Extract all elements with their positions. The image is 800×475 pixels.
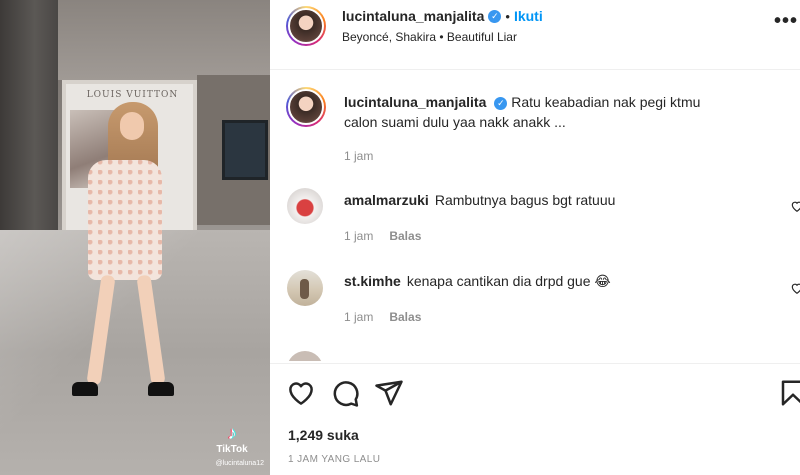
more-options-icon[interactable]: •••: [774, 10, 798, 33]
audio-attribution[interactable]: Beyoncé, Shakira • Beautiful Liar: [342, 30, 517, 44]
post-actions: 1,249 suka 1 JAM YANG LALU: [270, 363, 800, 475]
post-media[interactable]: LOUIS VUITTON ♪ TikTok @lucintaluna12: [0, 0, 270, 475]
reply-button[interactable]: Balas: [389, 229, 421, 243]
store-sign: LOUIS VUITTON: [86, 90, 179, 100]
media-screen: [222, 120, 268, 180]
comment-time: 1 jam: [344, 310, 374, 324]
share-icon[interactable]: [374, 378, 404, 408]
tiktok-icon: ♪: [227, 423, 237, 443]
media-ceiling: [58, 0, 270, 80]
person-face: [120, 112, 144, 140]
comments-section[interactable]: lucintaluna_manjalita ✓ Ratu keabadian na…: [270, 71, 800, 361]
person-leg-right: [136, 274, 166, 386]
author-username[interactable]: lucintaluna_manjalita: [342, 8, 484, 24]
reply-button[interactable]: Balas: [389, 310, 421, 324]
verified-badge-icon: ✓: [488, 10, 502, 24]
post-timestamp: 1 JAM YANG LALU: [288, 454, 381, 465]
caption-time: 1 jam: [344, 149, 374, 163]
post-panel: lucintaluna_manjalita ✓ • Ikuti Beyoncé, Sh…: [270, 0, 800, 475]
tiktok-handle: @lucintaluna12: [215, 460, 264, 467]
comment-username[interactable]: st.kimhe: [344, 273, 401, 289]
post-header: lucintaluna_manjalita ✓ • Ikuti Beyoncé, Sh…: [270, 0, 800, 70]
heart-icon[interactable]: [286, 378, 316, 408]
follow-button[interactable]: Ikuti: [514, 8, 543, 24]
separator-dot: •: [505, 9, 510, 24]
comment-username[interactable]: amalmarzuki: [344, 192, 429, 208]
comment: amalmarzuki Rambutnya bagus bgt ratuuu: [344, 192, 615, 208]
caption-meta: 1 jam: [344, 149, 373, 163]
comment-text: Rambutnya bagus bgt ratuuu: [434, 192, 616, 208]
comment-like-heart-icon[interactable]: [790, 199, 800, 213]
author-avatar[interactable]: [286, 6, 326, 46]
media-pillar: [0, 0, 58, 260]
comment-text: kenapa cantikan dia drpd gue 😂: [406, 273, 611, 289]
verified-badge-icon: ✓: [494, 96, 508, 110]
comment-time: 1 jam: [344, 229, 374, 243]
tiktok-watermark: ♪ TikTok: [202, 424, 262, 455]
header-user-row: lucintaluna_manjalita ✓ • Ikuti: [342, 8, 543, 26]
commenter-avatar[interactable]: [287, 270, 323, 306]
comment-icon[interactable]: [330, 378, 360, 408]
bookmark-icon[interactable]: [778, 378, 800, 408]
caption-avatar[interactable]: [286, 87, 326, 127]
tiktok-brand: TikTok: [216, 444, 248, 455]
person-dress: [88, 160, 162, 280]
like-count[interactable]: 1,249 suka: [288, 427, 359, 443]
person-shoe-right: [148, 382, 174, 396]
person-shoe-left: [72, 382, 98, 396]
comment-like-heart-icon[interactable]: [790, 281, 800, 295]
media-person: [70, 100, 190, 420]
caption-username[interactable]: lucintaluna_manjalita: [344, 94, 486, 110]
caption: lucintaluna_manjalita ✓ Ratu keabadian na…: [344, 92, 714, 132]
person-leg-left: [86, 274, 116, 386]
comment-meta: 1 jam Balas: [344, 310, 421, 324]
comment: st.kimhe kenapa cantikan dia drpd gue 😂: [344, 273, 611, 290]
commenter-avatar[interactable]: [287, 351, 323, 361]
comment-meta: 1 jam Balas: [344, 229, 421, 243]
commenter-avatar[interactable]: [287, 188, 323, 224]
